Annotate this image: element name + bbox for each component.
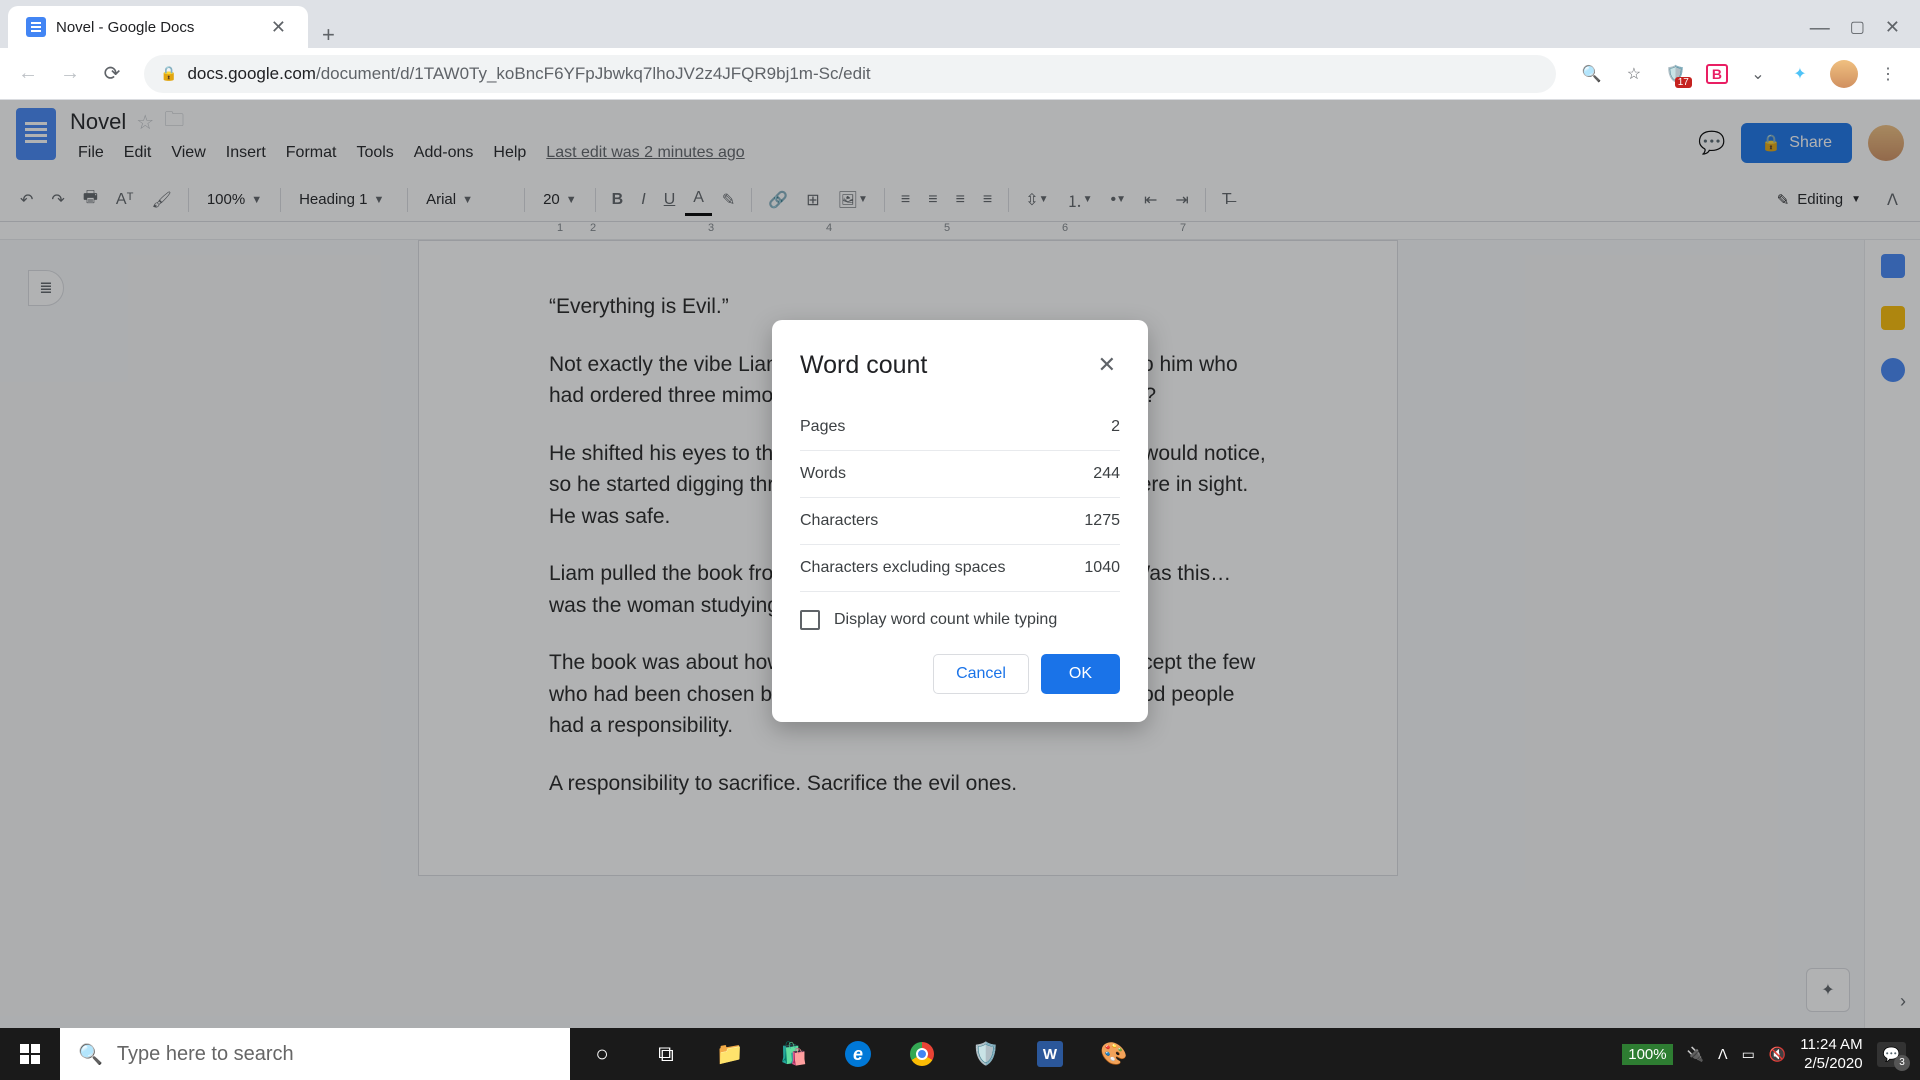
file-explorer-icon[interactable]: 📁 [698,1028,762,1080]
paint-icon[interactable]: 🎨 [1082,1028,1146,1080]
battery-percent[interactable]: 100% [1622,1044,1672,1065]
browser-tab-strip: Novel - Google Docs ✕ + — ▢ ✕ [0,0,1920,48]
tray-chevron-icon[interactable]: ᐱ [1718,1046,1728,1063]
task-view-icon[interactable]: ⧉ [634,1028,698,1080]
start-button[interactable] [0,1028,60,1080]
url-field[interactable]: 🔒 docs.google.com/document/d/1TAW0Ty_koB… [144,55,1556,93]
tab-title: Novel - Google Docs [56,19,257,36]
clock-date: 2/5/2020 [1800,1054,1862,1074]
search-icon: 🔍 [78,1042,103,1067]
search-placeholder: Type here to search [117,1043,294,1066]
extension-b-icon[interactable]: B [1706,64,1728,84]
stat-value: 1040 [1084,559,1120,577]
stat-label: Pages [800,418,845,436]
stat-row-characters: Characters 1275 [800,498,1120,545]
checkbox-icon[interactable] [800,610,820,630]
cancel-button[interactable]: Cancel [933,654,1029,694]
lock-icon: 🔒 [160,65,177,82]
chrome-icon[interactable] [890,1028,954,1080]
windows-logo-icon [20,1044,40,1064]
close-dialog-button[interactable]: ✕ [1094,348,1120,382]
notification-count: 3 [1894,1055,1910,1071]
stat-label: Characters [800,512,878,530]
docs-favicon-icon [26,17,46,37]
browser-address-bar: ← → ⟳ 🔒 docs.google.com/document/d/1TAW0… [0,48,1920,100]
stat-value: 2 [1111,418,1120,436]
extension-flame-icon[interactable]: ✦ [1788,62,1812,86]
maximize-window-icon[interactable]: ▢ [1850,17,1865,40]
reload-button[interactable]: ⟳ [94,56,130,92]
clock[interactable]: 11:24 AM 2/5/2020 [1800,1035,1862,1074]
stat-value: 244 [1093,465,1120,483]
search-icon[interactable]: 🔍 [1580,62,1604,86]
word-icon[interactable]: W [1018,1028,1082,1080]
browser-tab[interactable]: Novel - Google Docs ✕ [8,6,308,48]
windows-taskbar: 🔍 Type here to search ○ ⧉ 📁 🛍️ 🛡️ W 🎨 10… [0,1028,1920,1080]
back-button[interactable]: ← [10,56,46,92]
extension-shield-icon[interactable]: 🛡️17 [1664,62,1688,86]
close-window-icon[interactable]: ✕ [1885,17,1900,40]
forward-button[interactable]: → [52,56,88,92]
minimize-window-icon[interactable]: — [1810,17,1830,40]
ok-button[interactable]: OK [1041,654,1120,694]
checkbox-label: Display word count while typing [834,611,1057,629]
clock-time: 11:24 AM [1800,1035,1862,1055]
microsoft-store-icon[interactable]: 🛍️ [762,1028,826,1080]
action-center-icon[interactable]: 💬3 [1877,1042,1906,1067]
display-while-typing-option[interactable]: Display word count while typing [800,592,1120,654]
close-tab-icon[interactable]: ✕ [267,17,290,38]
profile-avatar[interactable] [1830,60,1858,88]
new-tab-button[interactable]: + [308,22,349,48]
stat-row-pages: Pages 2 [800,404,1120,451]
cortana-icon[interactable]: ○ [570,1028,634,1080]
stat-label: Characters excluding spaces [800,559,1005,577]
taskbar-search[interactable]: 🔍 Type here to search [60,1028,570,1080]
battery-icon[interactable]: ▭ [1742,1046,1755,1063]
browser-menu-icon[interactable]: ⋮ [1876,62,1900,86]
bookmark-star-icon[interactable]: ☆ [1622,62,1646,86]
edge-icon[interactable] [826,1028,890,1080]
stat-value: 1275 [1084,512,1120,530]
stat-label: Words [800,465,846,483]
power-icon[interactable]: 🔌 [1687,1046,1704,1063]
volume-icon[interactable]: 🔇 [1769,1046,1786,1063]
stat-row-words: Words 244 [800,451,1120,498]
word-count-dialog: Word count ✕ Pages 2 Words 244 Character… [772,320,1148,722]
url-text: docs.google.com/document/d/1TAW0Ty_koBnc… [187,64,870,84]
stat-row-characters-no-spaces: Characters excluding spaces 1040 [800,545,1120,592]
dialog-title: Word count [800,351,927,380]
security-app-icon[interactable]: 🛡️ [954,1028,1018,1080]
pocket-icon[interactable]: ⌄ [1746,62,1770,86]
